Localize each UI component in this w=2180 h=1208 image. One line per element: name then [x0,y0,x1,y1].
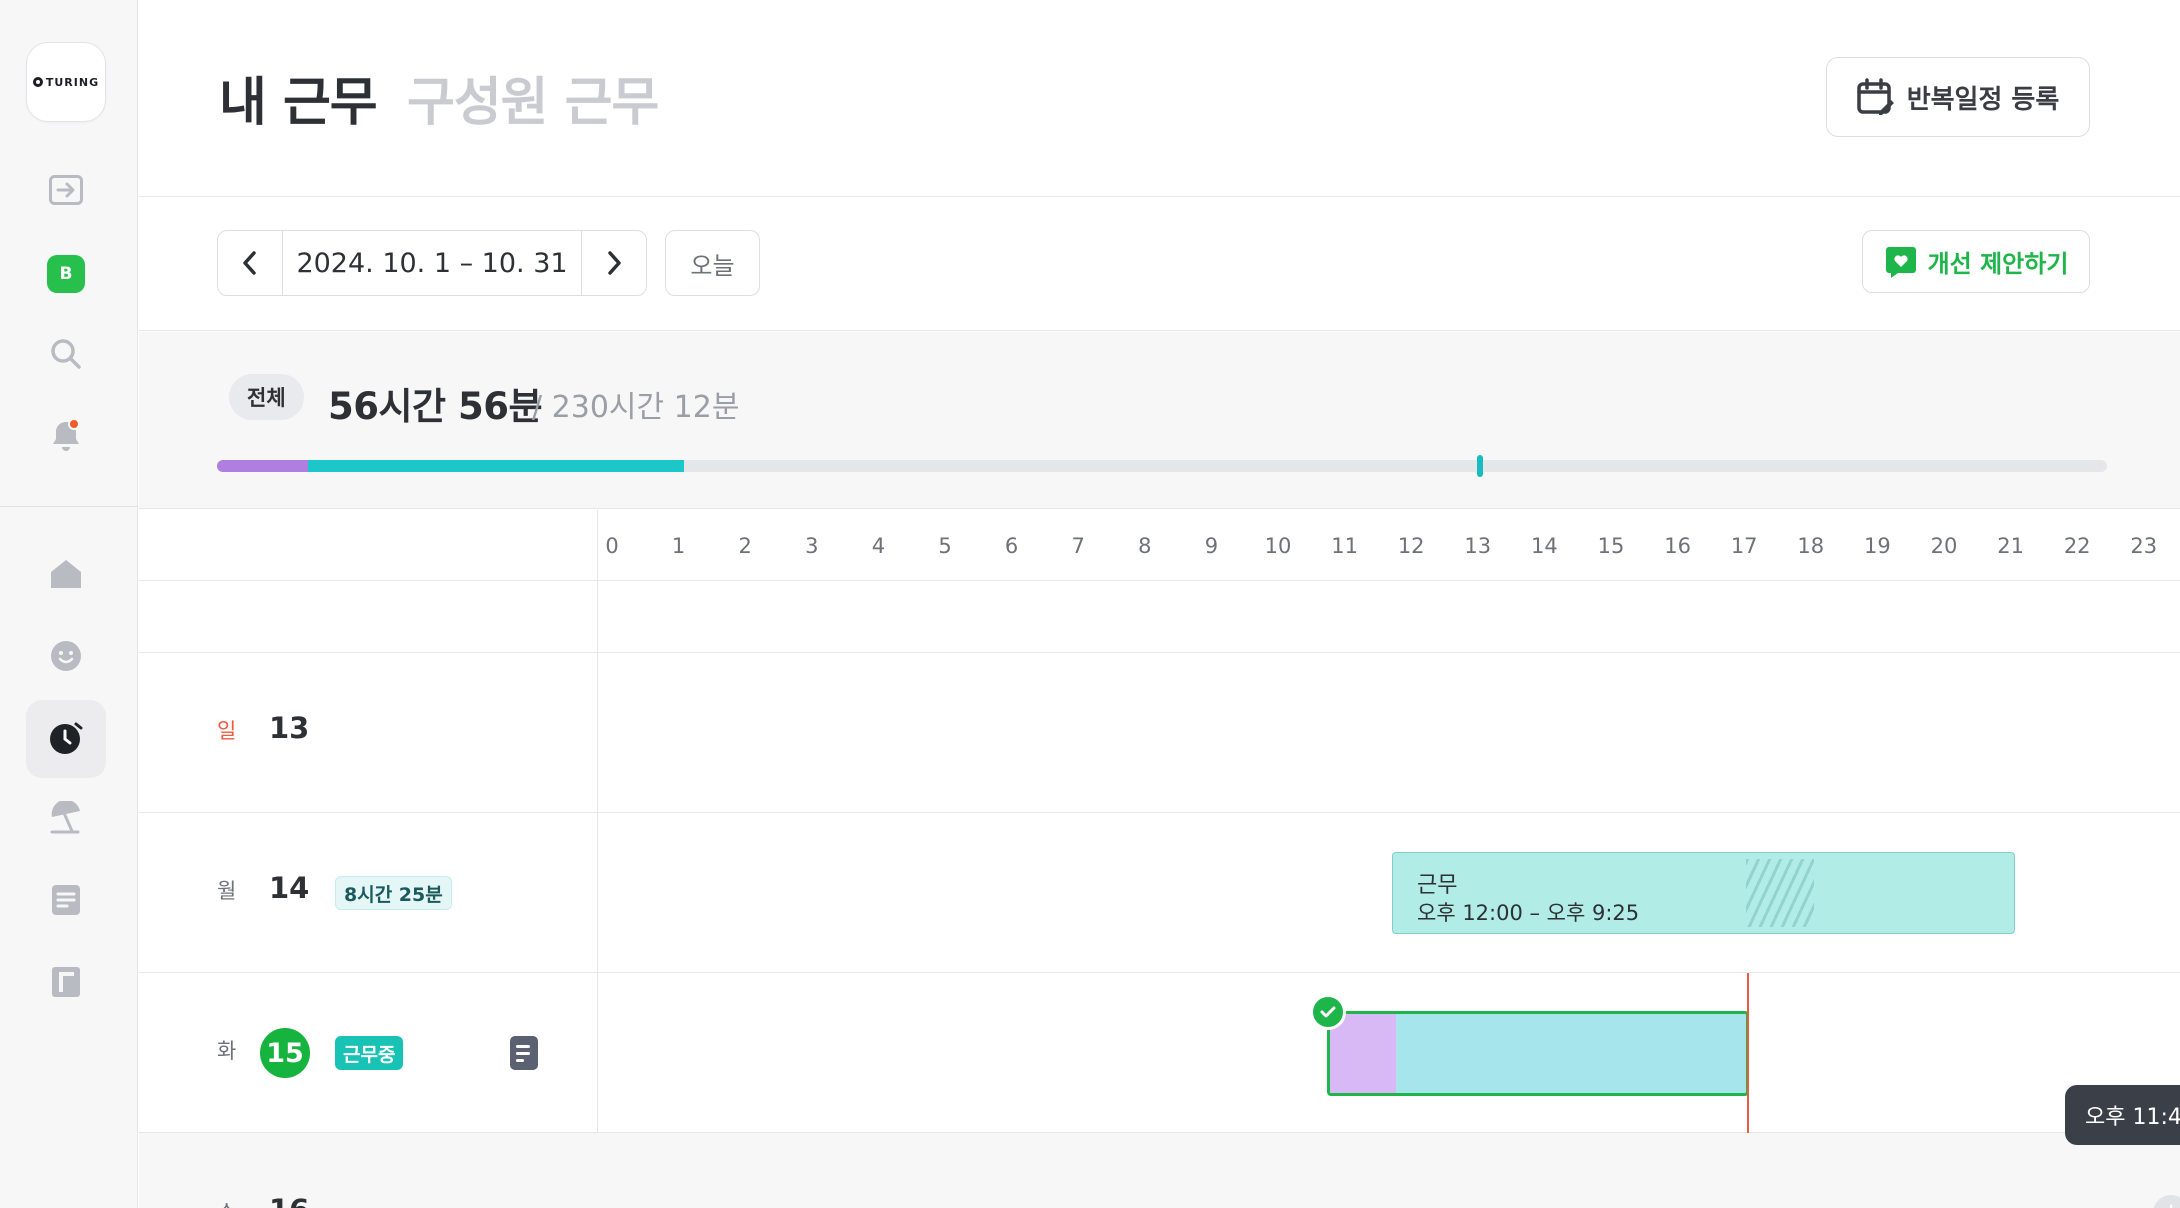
avatar-letter: B [47,255,85,293]
suggest-improvement-button[interactable]: 개선 제안하기 [1862,230,2090,293]
day-number: 14 [269,871,310,905]
memo-icon[interactable] [510,1036,538,1070]
hour-label: 14 [1531,534,1558,558]
timeline-row-day-14[interactable]: 월 14 8시간 25분 근무 오후 12:00 – 오후 9:25 [139,813,2180,973]
timeline: 0 1 2 3 4 5 6 7 8 9 10 11 12 13 14 15 16 17 18 19 20 21 22 23 일… [139,510,2180,1208]
shift-block[interactable]: 근무 오후 12:00 – 오후 9:25 [1392,852,2015,934]
sidebar: TURING B [0,0,138,1208]
register-repeat-schedule-button[interactable]: 반복일정 등록 [1826,57,2090,137]
hour-label: 12 [1397,534,1425,558]
hour-label: 20 [1930,534,1958,558]
hour-label: 8 [1138,534,1152,558]
hour-label: 21 [1997,534,2024,558]
hour-label: 17 [1730,534,1758,558]
hour-label: 16 [1664,534,1691,558]
next-period-button[interactable] [582,231,646,295]
hour-label: 3 [805,534,819,558]
logo[interactable]: TURING [26,42,106,122]
sidebar-divider [0,506,138,507]
notification-dot [68,418,80,430]
hour-label: 13 [1464,534,1492,558]
app: TURING B 내 근무 구성원 근무 반복일정 등록 2024. 10. 1… [0,0,2180,1208]
date-range-label[interactable]: 2024. 10. 1 – 10. 31 [282,231,582,295]
worked-hours-badge: 8시간 25분 [335,876,452,910]
book-icon[interactable] [44,960,88,1004]
chevron-right-icon [608,251,621,275]
hour-label: 9 [1204,534,1219,558]
hour-label: 4 [871,534,886,558]
shift-hatch-pattern [1746,859,1814,927]
total-target-time: / 230시간 12분 [532,390,740,425]
day-number: 13 [269,711,310,745]
calendar-edit-icon [1856,78,1894,115]
beach-umbrella-icon[interactable] [44,796,88,840]
home-icon[interactable] [44,552,88,596]
tab-my-work[interactable]: 내 근무 [219,60,378,135]
progress-segment-teal [307,460,684,472]
hour-label: 6 [1004,534,1019,558]
hour-label: 19 [1864,534,1891,558]
hour-label: 2 [738,534,752,558]
total-worked-time: 56시간 56분 [328,385,542,428]
exit-icon[interactable] [44,168,88,212]
bell-icon[interactable] [44,414,88,458]
logo-label: TURING [45,75,100,89]
avatar[interactable]: B [44,252,88,296]
hour-label: 1 [671,534,686,558]
prev-period-button[interactable] [218,231,282,295]
tab-member-work[interactable]: 구성원 근무 [407,60,659,135]
suggest-improvement-label: 개선 제안하기 [1927,250,2069,278]
today-day-number: 15 [260,1028,310,1078]
hour-label: 10 [1264,534,1292,558]
timeline-row-blank [139,582,2180,653]
day-name: 일 [217,719,237,743]
hour-label: 23 [2130,534,2158,558]
day-name: 수 [217,1197,236,1208]
progress-marker [1476,455,1483,477]
work-summary: 전체 56시간 56분 / 230시간 12분 [139,332,2180,509]
actual-work-block[interactable] [1327,1011,1749,1096]
hour-label: 0 [605,534,619,558]
timeline-row-day-15[interactable]: 화 15 근무중 [139,973,2180,1133]
hour-axis: 0 1 2 3 4 5 6 7 8 9 10 11 12 13 14 15 16 17 18 19 20 21 22 23 [139,510,2180,581]
timeline-row-day-13[interactable]: 일 13 [139,653,2180,813]
document-icon[interactable] [44,878,88,922]
shift-title: 근무 [1417,873,1458,898]
check-in-icon [1310,994,1346,1030]
working-now-badge: 근무중 [335,1036,404,1070]
work-progress-bar [217,455,2107,477]
logo-mark-icon [32,77,43,87]
add-entry-plus-icon[interactable]: + [2153,1195,2180,1208]
hour-label: 5 [938,534,952,558]
hour-label: 18 [1797,534,1825,558]
current-time-line [1747,973,1749,1133]
day-number: 16 [269,1193,309,1208]
day-name: 화 [217,1039,237,1063]
smile-icon[interactable] [44,634,88,678]
current-time-tooltip: 오후 11:45 [2065,1085,2180,1145]
register-repeat-schedule-label: 반복일정 등록 [1906,84,2060,115]
search-icon[interactable] [44,332,88,376]
date-range-navigator: 2024. 10. 1 – 10. 31 [217,230,647,296]
hour-label: 11 [1331,534,1358,558]
filter-chip-all[interactable]: 전체 [229,374,304,420]
logo-text: TURING [32,75,100,89]
clock-icon[interactable] [44,716,88,760]
today-button[interactable]: 오늘 [665,230,760,296]
hour-label: 15 [1597,534,1625,558]
hour-label: 22 [2063,534,2091,558]
progress-segment-purple [217,460,308,472]
page-header: 내 근무 구성원 근무 반복일정 등록 [139,0,2180,197]
hour-label: 7 [1071,534,1085,558]
date-toolbar: 2024. 10. 1 – 10. 31 오늘 개선 제안하기 [139,198,2180,331]
day-name: 월 [217,879,237,903]
shift-time: 오후 12:00 – 오후 9:25 [1417,901,1640,925]
timeline-row-day-16[interactable]: 수 16 + [139,1133,2180,1208]
chevron-left-icon [243,251,256,275]
actual-work-break-segment [1330,1014,1396,1093]
heart-message-icon [1885,246,1916,278]
